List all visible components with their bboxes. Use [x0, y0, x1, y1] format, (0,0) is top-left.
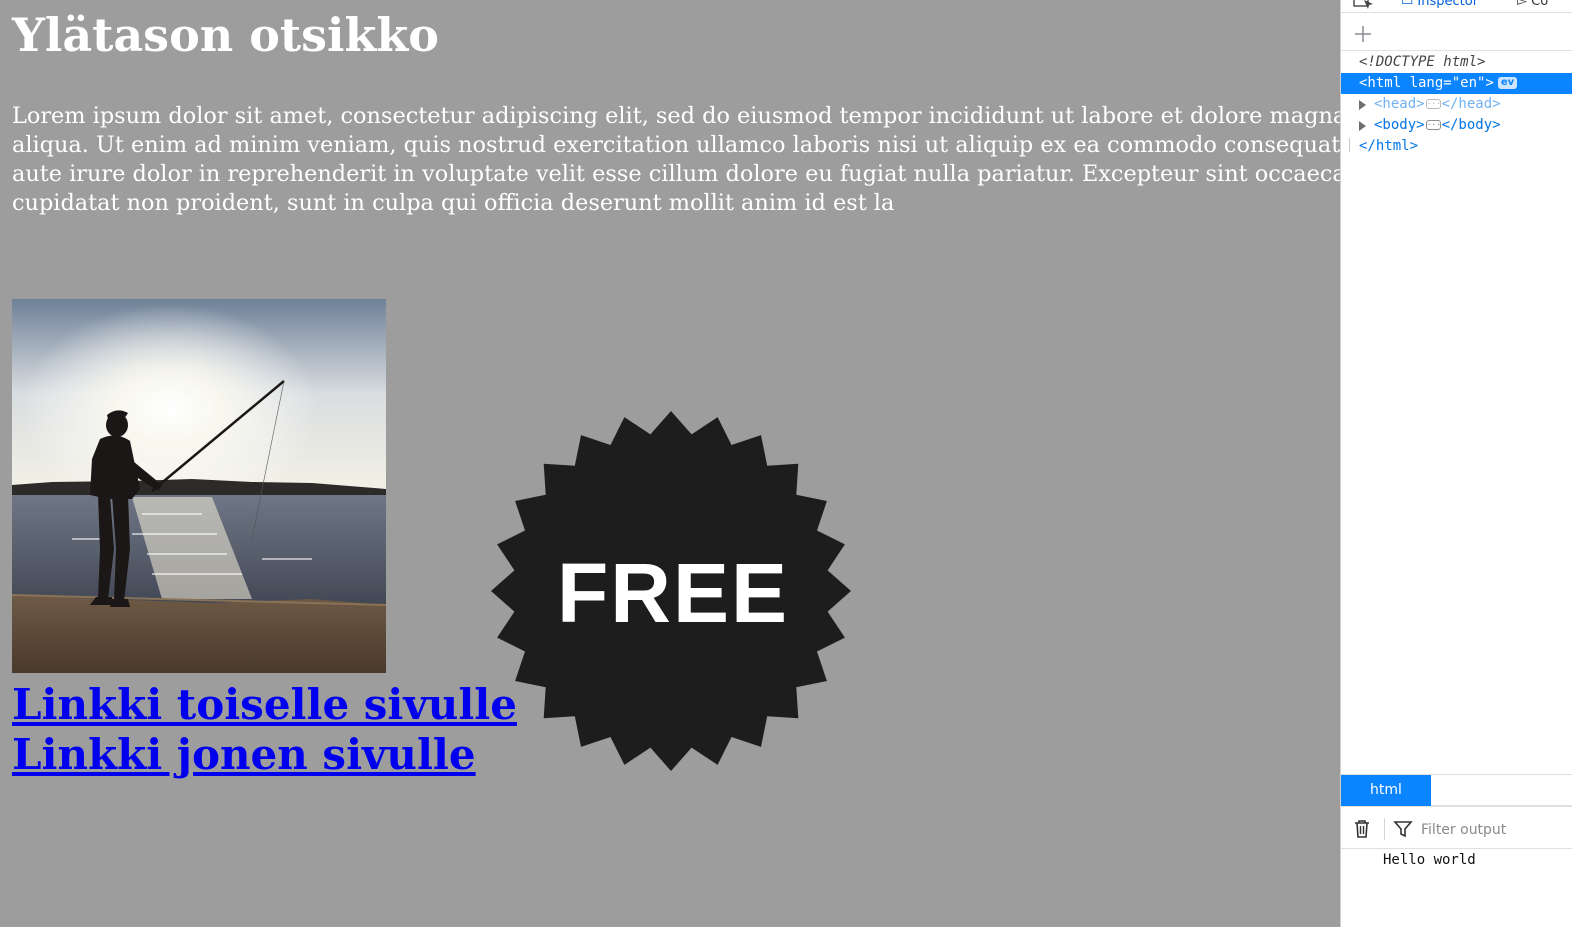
- collapsed-ellipsis-icon[interactable]: ···: [1425, 99, 1441, 109]
- page-viewport: Ylätason otsikko Lorem ipsum dolor sit a…: [0, 0, 1340, 927]
- tree-line-body[interactable]: <body> ···</body>: [1341, 115, 1572, 136]
- free-badge: FREE: [490, 410, 852, 772]
- tree-line-html[interactable]: <html lang="en"> ev: [1341, 73, 1572, 94]
- tree-indent-guide: [1349, 138, 1350, 152]
- page-heading: Ylätason otsikko: [12, 8, 439, 62]
- link-toiselle-sivulle[interactable]: Linkki toiselle sivulle: [12, 684, 517, 726]
- tree-line-doctype[interactable]: <!DOCTYPE html>: [1341, 52, 1572, 73]
- add-node-icon[interactable]: [1353, 24, 1373, 44]
- element-picker-icon[interactable]: [1353, 0, 1375, 12]
- breadcrumb: html: [1341, 774, 1572, 807]
- link-jonen-sivulle[interactable]: Linkki jonen sivulle: [12, 734, 476, 776]
- tab-console-label: Co: [1531, 0, 1549, 9]
- markup-tree: <!DOCTYPE html> <html lang="en"> ev <head…: [1341, 50, 1572, 154]
- tab-inspector-label: Inspector: [1417, 0, 1479, 9]
- breadcrumb-item-html[interactable]: html: [1341, 775, 1431, 806]
- console-message: Hello world: [1383, 852, 1476, 868]
- toolbar-divider: [1384, 818, 1385, 840]
- body-close-node: </body>: [1441, 117, 1501, 133]
- head-node: <head>: [1374, 96, 1425, 112]
- expand-body-icon[interactable]: [1359, 121, 1366, 131]
- badge-text: FREE: [557, 546, 789, 640]
- console-toolbar: [1341, 810, 1572, 849]
- html-close-node: </html>: [1359, 138, 1419, 154]
- inspector-icon: ▭: [1401, 0, 1418, 9]
- filter-icon: [1393, 819, 1413, 843]
- tab-inspector[interactable]: ▭ Inspector: [1401, 0, 1478, 9]
- head-close-node: </head>: [1441, 96, 1501, 112]
- lorem-paragraph: Lorem ipsum dolor sit amet, consectetur …: [12, 103, 1340, 216]
- console-icon: ▻: [1517, 0, 1532, 9]
- devtools-toolbar: ▭ Inspector ▻ Co: [1341, 0, 1572, 13]
- filter-output-input[interactable]: [1419, 818, 1571, 842]
- doctype-node: <!DOCTYPE html>: [1359, 54, 1486, 70]
- event-badge[interactable]: ev: [1497, 77, 1518, 89]
- tree-line-head[interactable]: <head> ···</head>: [1341, 94, 1572, 115]
- fishing-photo: [12, 299, 386, 673]
- tree-line-html-close[interactable]: </html>: [1341, 136, 1572, 157]
- collapsed-ellipsis-icon[interactable]: ···: [1425, 120, 1441, 130]
- devtools-panel: ▭ Inspector ▻ Co <!DOCTYPE html> <html l…: [1340, 0, 1572, 927]
- trash-icon[interactable]: [1353, 819, 1371, 843]
- tab-console[interactable]: ▻ Co: [1517, 0, 1548, 9]
- html-node: <html lang="en">: [1359, 75, 1494, 91]
- body-node: <body>: [1374, 117, 1425, 133]
